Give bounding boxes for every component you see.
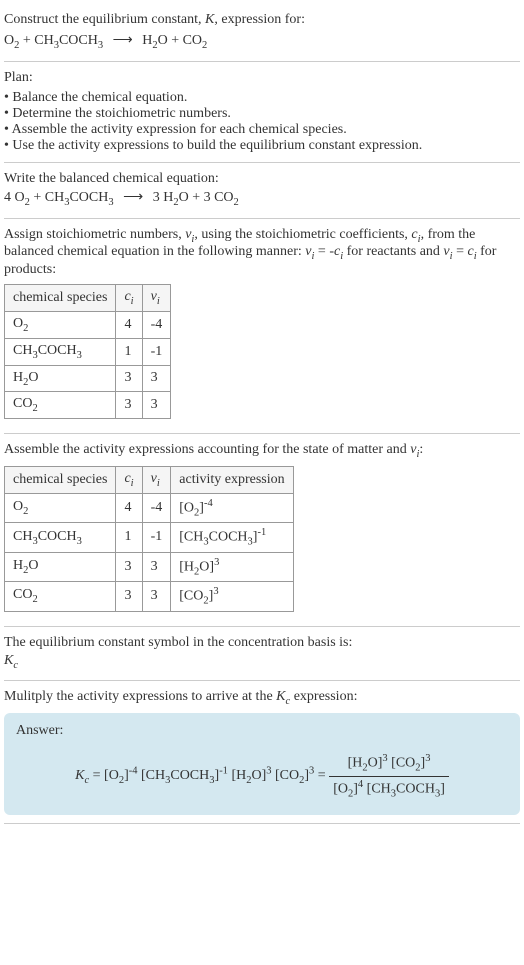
cell-species: CO2	[5, 582, 116, 611]
fraction: [H2O]3 [CO2]3 [O2]4 [CH3COCH3]	[329, 753, 449, 799]
assemble-section: Assemble the activity expressions accoun…	[4, 434, 520, 626]
cell-ci: 3	[116, 582, 142, 611]
cell-vi: -1	[142, 338, 171, 365]
table-row: CO2 3 3 [CO2]3	[5, 582, 294, 611]
plan-title: Plan:	[4, 70, 520, 86]
col-species: chemical species	[5, 285, 116, 312]
header-text: Construct the equilibrium constant, K, e…	[4, 12, 305, 27]
header-prompt: Construct the equilibrium constant, K, e…	[4, 12, 520, 28]
answer-label: Answer:	[16, 723, 508, 739]
assign-text: Assign stoichiometric numbers, νi, using…	[4, 227, 520, 279]
cell-vi: 3	[142, 392, 171, 419]
multiply-title: Mulitply the activity expressions to arr…	[4, 689, 520, 707]
numerator: [H2O]3 [CO2]3	[329, 753, 449, 776]
cell-vi: -4	[142, 493, 171, 522]
cell-species: O2	[5, 311, 116, 338]
col-vi: νi	[142, 285, 171, 312]
cell-ci: 4	[116, 493, 142, 522]
symbol-value: Kc	[4, 653, 520, 671]
cell-species: CH3COCH3	[5, 338, 116, 365]
table-header-row: chemical species ci νi	[5, 285, 171, 312]
plan-item: • Balance the chemical equation.	[4, 90, 520, 106]
symbol-title: The equilibrium constant symbol in the c…	[4, 635, 520, 651]
cell-vi: 3	[142, 582, 171, 611]
table-row: O2 4 -4	[5, 311, 171, 338]
denominator: [O2]4 [CH3COCH3]	[329, 777, 449, 799]
table-row: CH3COCH3 1 -1	[5, 338, 171, 365]
cell-species: H2O	[5, 552, 116, 581]
table-row: O2 4 -4 [O2]-4	[5, 493, 294, 522]
symbol-section: The equilibrium constant symbol in the c…	[4, 627, 520, 682]
cell-ci: 3	[116, 365, 142, 392]
col-vi: νi	[142, 466, 171, 493]
balanced-equation: 4 O2 + CH3COCH3 ⟶ 3 H2O + 3 CO2	[4, 189, 520, 208]
cell-vi: -4	[142, 311, 171, 338]
cell-activity: [CH3COCH3]-1	[171, 523, 293, 552]
balanced-section: Write the balanced chemical equation: 4 …	[4, 163, 520, 219]
balanced-title: Write the balanced chemical equation:	[4, 171, 520, 187]
cell-species: CO2	[5, 392, 116, 419]
table-row: H2O 3 3 [H2O]3	[5, 552, 294, 581]
answer-equation: Kc = [O2]-4 [CH3COCH3]-1 [H2O]3 [CO2]3 =…	[16, 747, 508, 805]
cell-activity: [H2O]3	[171, 552, 293, 581]
plan-item: • Determine the stoichiometric numbers.	[4, 106, 520, 122]
answer-box: Answer: Kc = [O2]-4 [CH3COCH3]-1 [H2O]3 …	[4, 713, 520, 815]
cell-ci: 1	[116, 338, 142, 365]
header-equation: O2 + CH3COCH3 ⟶ H2O + CO2	[4, 32, 520, 51]
table-row: CH3COCH3 1 -1 [CH3COCH3]-1	[5, 523, 294, 552]
col-species: chemical species	[5, 466, 116, 493]
plan-section: Plan: • Balance the chemical equation. •…	[4, 62, 520, 163]
col-ci: ci	[116, 466, 142, 493]
cell-vi: 3	[142, 365, 171, 392]
assemble-title: Assemble the activity expressions accoun…	[4, 442, 520, 460]
assign-table: chemical species ci νi O2 4 -4 CH3COCH3 …	[4, 284, 171, 419]
multiply-section: Mulitply the activity expressions to arr…	[4, 681, 520, 824]
cell-species: H2O	[5, 365, 116, 392]
assemble-table: chemical species ci νi activity expressi…	[4, 466, 294, 612]
cell-ci: 3	[116, 392, 142, 419]
cell-species: O2	[5, 493, 116, 522]
cell-vi: 3	[142, 552, 171, 581]
table-row: H2O 3 3	[5, 365, 171, 392]
cell-ci: 4	[116, 311, 142, 338]
cell-vi: -1	[142, 523, 171, 552]
col-activity: activity expression	[171, 466, 293, 493]
cell-ci: 3	[116, 552, 142, 581]
plan-item: • Use the activity expressions to build …	[4, 138, 520, 154]
col-ci: ci	[116, 285, 142, 312]
table-header-row: chemical species ci νi activity expressi…	[5, 466, 294, 493]
table-row: CO2 3 3	[5, 392, 171, 419]
header-section: Construct the equilibrium constant, K, e…	[4, 4, 520, 62]
cell-activity: [O2]-4	[171, 493, 293, 522]
cell-species: CH3COCH3	[5, 523, 116, 552]
assign-section: Assign stoichiometric numbers, νi, using…	[4, 219, 520, 435]
plan-list: • Balance the chemical equation. • Deter…	[4, 90, 520, 154]
cell-ci: 1	[116, 523, 142, 552]
cell-activity: [CO2]3	[171, 582, 293, 611]
plan-item: • Assemble the activity expression for e…	[4, 122, 520, 138]
